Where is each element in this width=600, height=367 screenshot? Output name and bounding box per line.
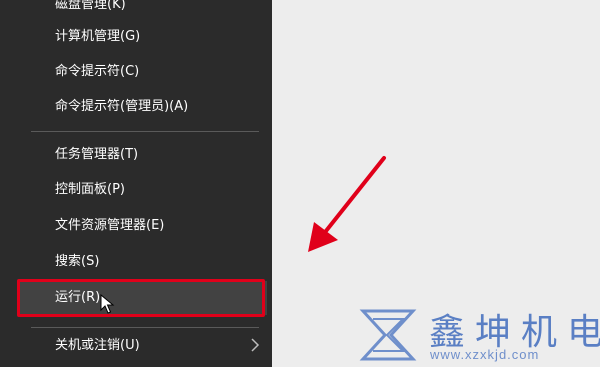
menu-item-label: 控制面板(P)	[55, 182, 125, 197]
menu-item-label: 关机或注销(U)	[55, 338, 140, 353]
watermark: 鑫坤机电 www.xzxkjd.com	[357, 305, 600, 367]
highlight-box	[17, 279, 265, 317]
menu-item-control-panel[interactable]: 控制面板(P)	[0, 173, 272, 207]
menu-divider	[31, 327, 259, 328]
menu-item-label: 命令提示符(C)	[55, 64, 140, 79]
menu-item-label: 任务管理器(T)	[55, 147, 139, 162]
chevron-right-icon	[251, 338, 260, 352]
menu-item-search[interactable]: 搜索(S)	[0, 245, 272, 279]
menu-item-label: 命令提示符(管理员)(A)	[55, 99, 189, 114]
menu-item-label: 文件资源管理器(E)	[55, 218, 165, 233]
menu-item-computer-management[interactable]: 计算机管理(G)	[0, 20, 272, 54]
red-arrow-icon	[308, 156, 386, 252]
menu-item-command-prompt-admin[interactable]: 命令提示符(管理员)(A)	[0, 90, 272, 124]
menu-item-shutdown-signout[interactable]: 关机或注销(U)	[0, 329, 272, 363]
watermark-logo-icon	[359, 309, 417, 361]
menu-divider	[31, 131, 259, 132]
menu-item-command-prompt[interactable]: 命令提示符(C)	[0, 55, 272, 89]
mouse-cursor-icon	[100, 294, 115, 314]
menu-item-file-explorer[interactable]: 文件资源管理器(E)	[0, 209, 272, 243]
menu-item-label: 搜索(S)	[55, 254, 100, 269]
watermark-url: www.xzxkjd.com	[430, 347, 540, 362]
menu-item-label: 计算机管理(G)	[55, 29, 141, 44]
menu-item-task-manager[interactable]: 任务管理器(T)	[0, 138, 272, 172]
menu-item-label: 磁盘管理(K)	[55, 0, 126, 12]
